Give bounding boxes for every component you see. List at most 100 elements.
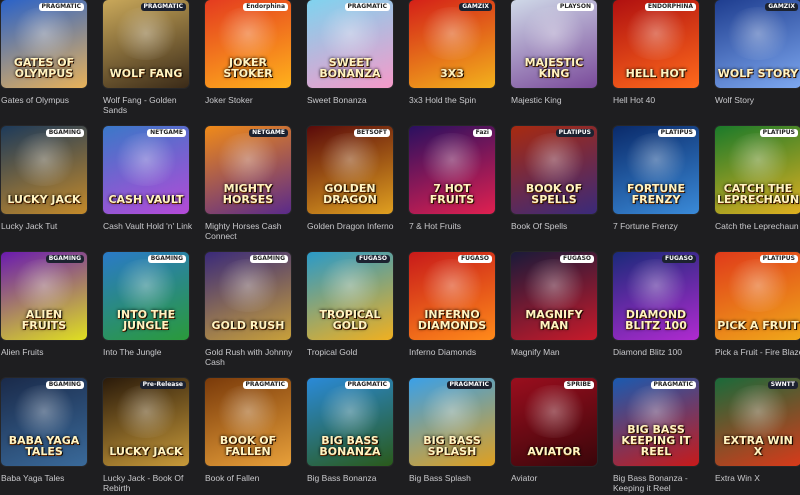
game-tile[interactable]: PLAYSON Majestic King <box>511 0 597 88</box>
game-logo-text: Big Bass Keeping it Reel <box>621 423 691 458</box>
game-tile[interactable]: SWNTT Extra Win X <box>715 378 800 466</box>
game-tile[interactable]: PLATIPUS Catch the Leprechaun <box>715 126 800 214</box>
game-tile[interactable]: PRAGMATIC Big Bass Splash <box>409 378 495 466</box>
game-title[interactable]: Inferno Diamonds <box>409 347 505 357</box>
game-title[interactable]: Into The Jungle <box>103 347 199 357</box>
thumbnail-glow <box>417 7 487 60</box>
provider-badge: Fazi <box>472 129 492 137</box>
provider-badge: PRAGMATIC <box>446 381 492 389</box>
game-logo-text: 3x3 <box>440 67 464 80</box>
thumbnail-glow <box>213 7 283 60</box>
game-tile[interactable]: PRAGMATIC Sweet Bonanza <box>307 0 393 88</box>
game-title[interactable]: Catch the Leprechaun <box>715 221 800 231</box>
game-tile[interactable]: PRAGMATIC Wolf Fang <box>103 0 189 88</box>
game-title[interactable]: Magnify Man <box>511 347 607 357</box>
game-tile[interactable]: FUGASO Inferno Diamonds <box>409 252 495 340</box>
game-title[interactable]: Big Bass Bonanza <box>307 473 403 483</box>
game-tile[interactable]: FUGASO Tropical Gold <box>307 252 393 340</box>
thumbnail-glow <box>519 7 589 60</box>
game-logo-text: Extra Win X <box>723 434 793 458</box>
game-title[interactable]: Lucky Jack - Book Of Rebirth <box>103 473 199 493</box>
game-tile[interactable]: PRAGMATIC Big Bass Keeping it Reel <box>613 378 699 466</box>
game-title[interactable]: Baba Yaga Tales <box>1 473 97 483</box>
game-tile[interactable]: NETGAME Cash Vault <box>103 126 189 214</box>
game-title[interactable]: Pick a Fruit - Fire Blaze <box>715 347 800 357</box>
thumbnail-glow <box>213 385 283 438</box>
game-title[interactable]: Gold Rush with Johnny Cash <box>205 347 301 367</box>
game-tile[interactable]: PRAGMATIC Big Bass Bonanza <box>307 378 393 466</box>
game-title[interactable]: Book of Fallen <box>205 473 301 483</box>
game-title[interactable]: Cash Vault Hold 'n' Link <box>103 221 199 231</box>
game-title[interactable]: Alien Fruits <box>1 347 97 357</box>
thumbnail-glow <box>723 7 793 60</box>
thumbnail-glow <box>315 385 385 438</box>
provider-badge: PLATIPUS <box>759 129 798 137</box>
game-title[interactable]: Wolf Story <box>715 95 800 105</box>
provider-badge: PRAGMATIC <box>38 3 84 11</box>
game-tile[interactable]: Fazi 7 Hot Fruits <box>409 126 495 214</box>
game-tile[interactable]: NETGAME Mighty Horses <box>205 126 291 214</box>
game-title[interactable]: Tropical Gold <box>307 347 403 357</box>
thumbnail-glow <box>9 133 79 186</box>
game-title[interactable]: Gates of Olympus <box>1 95 97 105</box>
provider-badge: BGAMING <box>249 255 288 263</box>
game-tile[interactable]: PLATIPUS Book of Spells <box>511 126 597 214</box>
game-title[interactable]: 7 Fortune Frenzy <box>613 221 709 231</box>
provider-badge: GAMZIX <box>459 3 492 11</box>
thumbnail-glow <box>111 259 181 312</box>
game-title[interactable]: 3x3 Hold the Spin <box>409 95 505 105</box>
game-tile[interactable]: FUGASO Diamond Blitz 100 <box>613 252 699 340</box>
game-logo-text: Sweet Bonanza <box>319 56 381 80</box>
game-tile[interactable]: GAMZIX 3x3 <box>409 0 495 88</box>
game-tile[interactable]: PLATIPUS Pick a Fruit <box>715 252 800 340</box>
game-title[interactable]: Book Of Spells <box>511 221 607 231</box>
game-logo-text: Pick a Fruit <box>717 319 799 332</box>
game-title[interactable]: Majestic King <box>511 95 607 105</box>
game-tile[interactable]: ENDORPHINA Hell Hot <box>613 0 699 88</box>
provider-badge: PLATIPUS <box>759 255 798 263</box>
game-title[interactable]: Aviator <box>511 473 607 483</box>
game-logo-text: Hell Hot <box>625 67 687 80</box>
game-tile[interactable]: PRAGMATIC Gates of Olympus <box>1 0 87 88</box>
game-title[interactable]: 7 & Hot Fruits <box>409 221 505 231</box>
game-tile[interactable]: SPRIBE Aviator <box>511 378 597 466</box>
game-tile[interactable]: PLATIPUS Fortune Frenzy <box>613 126 699 214</box>
game-title[interactable]: Big Bass Bonanza - Keeping it Reel <box>613 473 709 493</box>
provider-badge: FUGASO <box>356 255 390 263</box>
game-tile[interactable]: BETSOFT Golden Dragon <box>307 126 393 214</box>
game-title[interactable]: Big Bass Splash <box>409 473 505 483</box>
game-title[interactable]: Extra Win X <box>715 473 800 483</box>
game-title[interactable]: Hell Hot 40 <box>613 95 709 105</box>
thumbnail-glow <box>315 133 385 186</box>
game-title[interactable]: Diamond Blitz 100 <box>613 347 709 357</box>
game-logo-text: Lucky Jack <box>109 445 183 458</box>
game-tile[interactable]: Endorphina Joker Stoker <box>205 0 291 88</box>
provider-badge: PRAGMATIC <box>344 381 390 389</box>
thumbnail-glow <box>213 133 283 186</box>
game-tile[interactable]: BGAMING Alien Fruits <box>1 252 87 340</box>
game-title[interactable]: Sweet Bonanza <box>307 95 403 105</box>
game-tile[interactable]: Pre-Release Lucky Jack <box>103 378 189 466</box>
provider-badge: PRAGMATIC <box>242 381 288 389</box>
game-title[interactable]: Joker Stoker <box>205 95 301 105</box>
game-tile[interactable]: BGAMING Gold Rush <box>205 252 291 340</box>
game-tile[interactable]: BGAMING Lucky Jack <box>1 126 87 214</box>
game-title[interactable]: Lucky Jack Tut <box>1 221 97 231</box>
game-tile[interactable]: PRAGMATIC Book of Fallen <box>205 378 291 466</box>
game-logo-text: Majestic King <box>524 56 584 80</box>
game-tile[interactable]: BGAMING Into the Jungle <box>103 252 189 340</box>
game-tile[interactable]: FUGASO Magnify Man <box>511 252 597 340</box>
game-title[interactable]: Wolf Fang - Golden Sands <box>103 95 199 115</box>
thumbnail-glow <box>111 7 181 60</box>
provider-badge: GAMZIX <box>765 3 798 11</box>
game-tile[interactable]: BGAMING Baba Yaga Tales <box>1 378 87 466</box>
thumbnail-glow <box>417 133 487 186</box>
provider-badge: PRAGMATIC <box>344 3 390 11</box>
game-title[interactable]: Golden Dragon Inferno <box>307 221 403 231</box>
game-logo-text: Baba Yaga Tales <box>8 434 80 458</box>
thumbnail-glow <box>9 7 79 60</box>
game-tile[interactable]: GAMZIX Wolf Story <box>715 0 800 88</box>
game-title[interactable]: Mighty Horses Cash Connect <box>205 221 301 241</box>
provider-badge: PLATIPUS <box>555 129 594 137</box>
thumbnail-glow <box>9 385 79 438</box>
